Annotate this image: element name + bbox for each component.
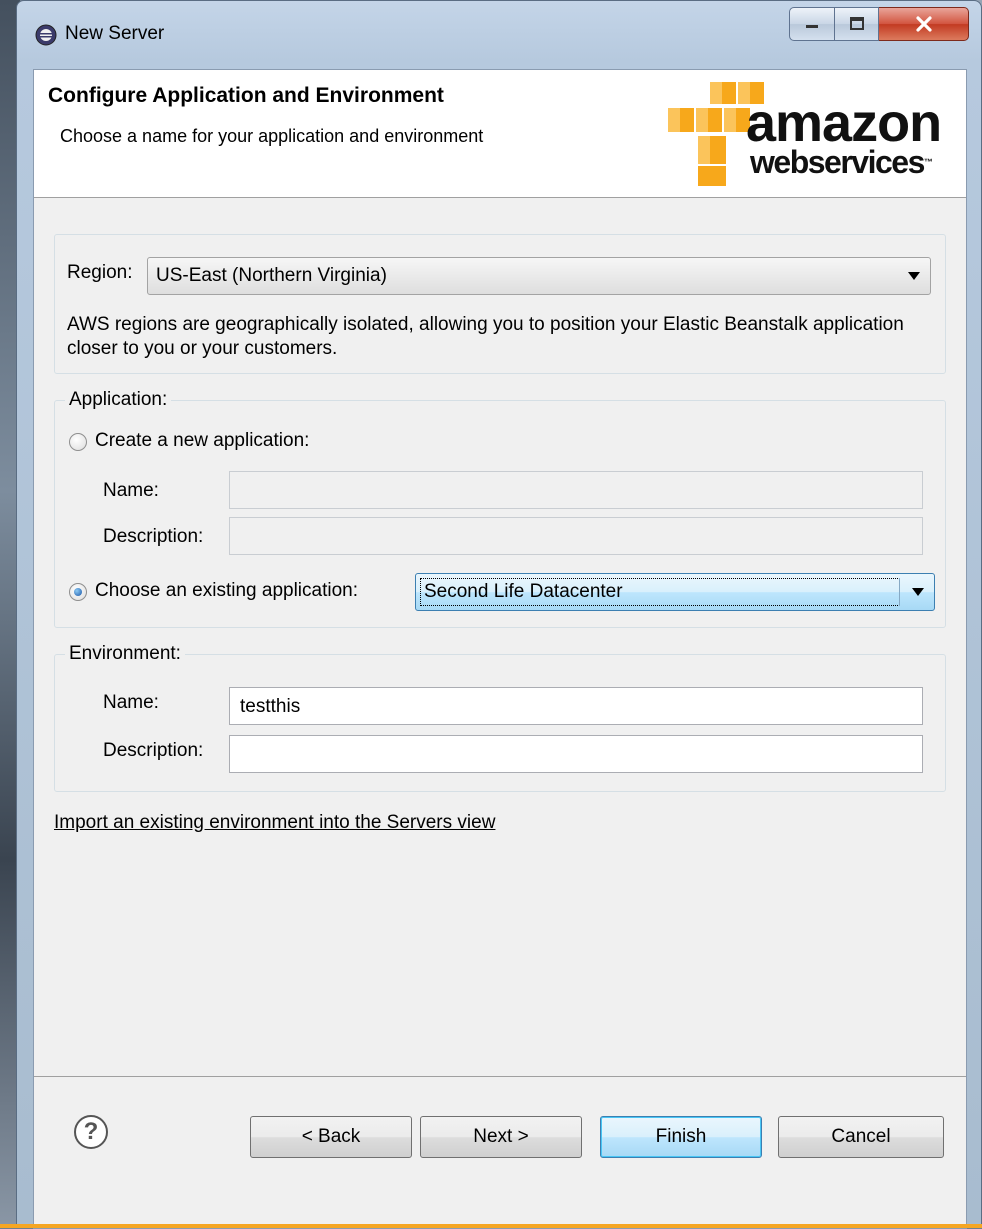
environment-description-field[interactable]	[229, 735, 923, 773]
caption-buttons	[789, 7, 969, 41]
choose-existing-application-label[interactable]: Choose an existing application:	[95, 579, 358, 603]
environment-name-field[interactable]: testthis	[229, 687, 923, 725]
close-button[interactable]	[879, 7, 969, 41]
wizard-header: Configure Application and Environment Ch…	[34, 70, 966, 198]
trademark-symbol: ™	[923, 157, 933, 167]
region-group: Region: US-East (Northern Virginia) AWS …	[54, 234, 946, 374]
page-subtitle: Choose a name for your application and e…	[60, 126, 484, 146]
aws-logo-text-amazon: amazon	[746, 93, 942, 153]
existing-application-value: Second Life Datacenter	[424, 581, 623, 602]
back-button[interactable]: < Back	[250, 1116, 412, 1158]
aws-logo-webservices-text: webservices	[750, 144, 925, 180]
application-name-field[interactable]	[229, 471, 923, 509]
eclipse-app-icon	[35, 24, 57, 46]
application-description-field[interactable]	[229, 517, 923, 555]
create-new-application-radio[interactable]	[69, 433, 87, 451]
environment-description-label: Description:	[103, 740, 204, 761]
environment-group-label: Environment:	[65, 643, 185, 665]
finish-button[interactable]: Finish	[600, 1116, 762, 1158]
application-group: Application: Create a new application: N…	[54, 389, 946, 628]
title-bar[interactable]: New Server	[17, 1, 981, 69]
close-icon	[915, 16, 932, 32]
dropdown-separator	[899, 578, 900, 606]
create-new-application-label[interactable]: Create a new application:	[95, 429, 309, 453]
import-environment-link[interactable]: Import an existing environment into the …	[54, 812, 495, 834]
minimize-button[interactable]	[789, 7, 835, 41]
chevron-down-icon	[908, 272, 920, 280]
new-server-dialog: New Server Configure Application and Env…	[16, 0, 982, 1229]
taskbar-accent	[0, 1224, 982, 1228]
help-icon[interactable]: ?	[74, 1115, 108, 1149]
dialog-client-area: Configure Application and Environment Ch…	[33, 69, 967, 1229]
environment-group: Environment: Name: testthis Description:	[54, 643, 946, 792]
region-dropdown-value: US-East (Northern Virginia)	[156, 265, 387, 286]
page-title: Configure Application and Environment	[48, 84, 444, 107]
environment-name-label: Name:	[103, 692, 159, 713]
cancel-button[interactable]: Cancel	[778, 1116, 944, 1158]
aws-logo: amazon webservices™	[650, 78, 968, 190]
application-description-label: Description:	[103, 526, 204, 547]
application-name-label: Name:	[103, 480, 159, 501]
region-label: Region:	[67, 262, 133, 283]
chevron-down-icon	[912, 588, 924, 596]
maximize-button[interactable]	[835, 7, 879, 41]
next-button[interactable]: Next >	[420, 1116, 582, 1158]
region-dropdown[interactable]: US-East (Northern Virginia)	[147, 257, 931, 295]
minimize-icon	[806, 25, 818, 28]
footer-separator	[34, 1076, 966, 1077]
region-description: AWS regions are geographically isolated,…	[67, 314, 904, 359]
maximize-icon	[849, 17, 864, 30]
aws-logo-text-webservices: webservices™	[750, 144, 933, 180]
environment-name-value: testthis	[240, 696, 301, 717]
choose-existing-application-radio[interactable]	[69, 583, 87, 601]
existing-application-dropdown[interactable]: Second Life Datacenter	[415, 573, 935, 611]
application-group-label: Application:	[65, 389, 172, 411]
window-title: New Server	[65, 23, 165, 44]
